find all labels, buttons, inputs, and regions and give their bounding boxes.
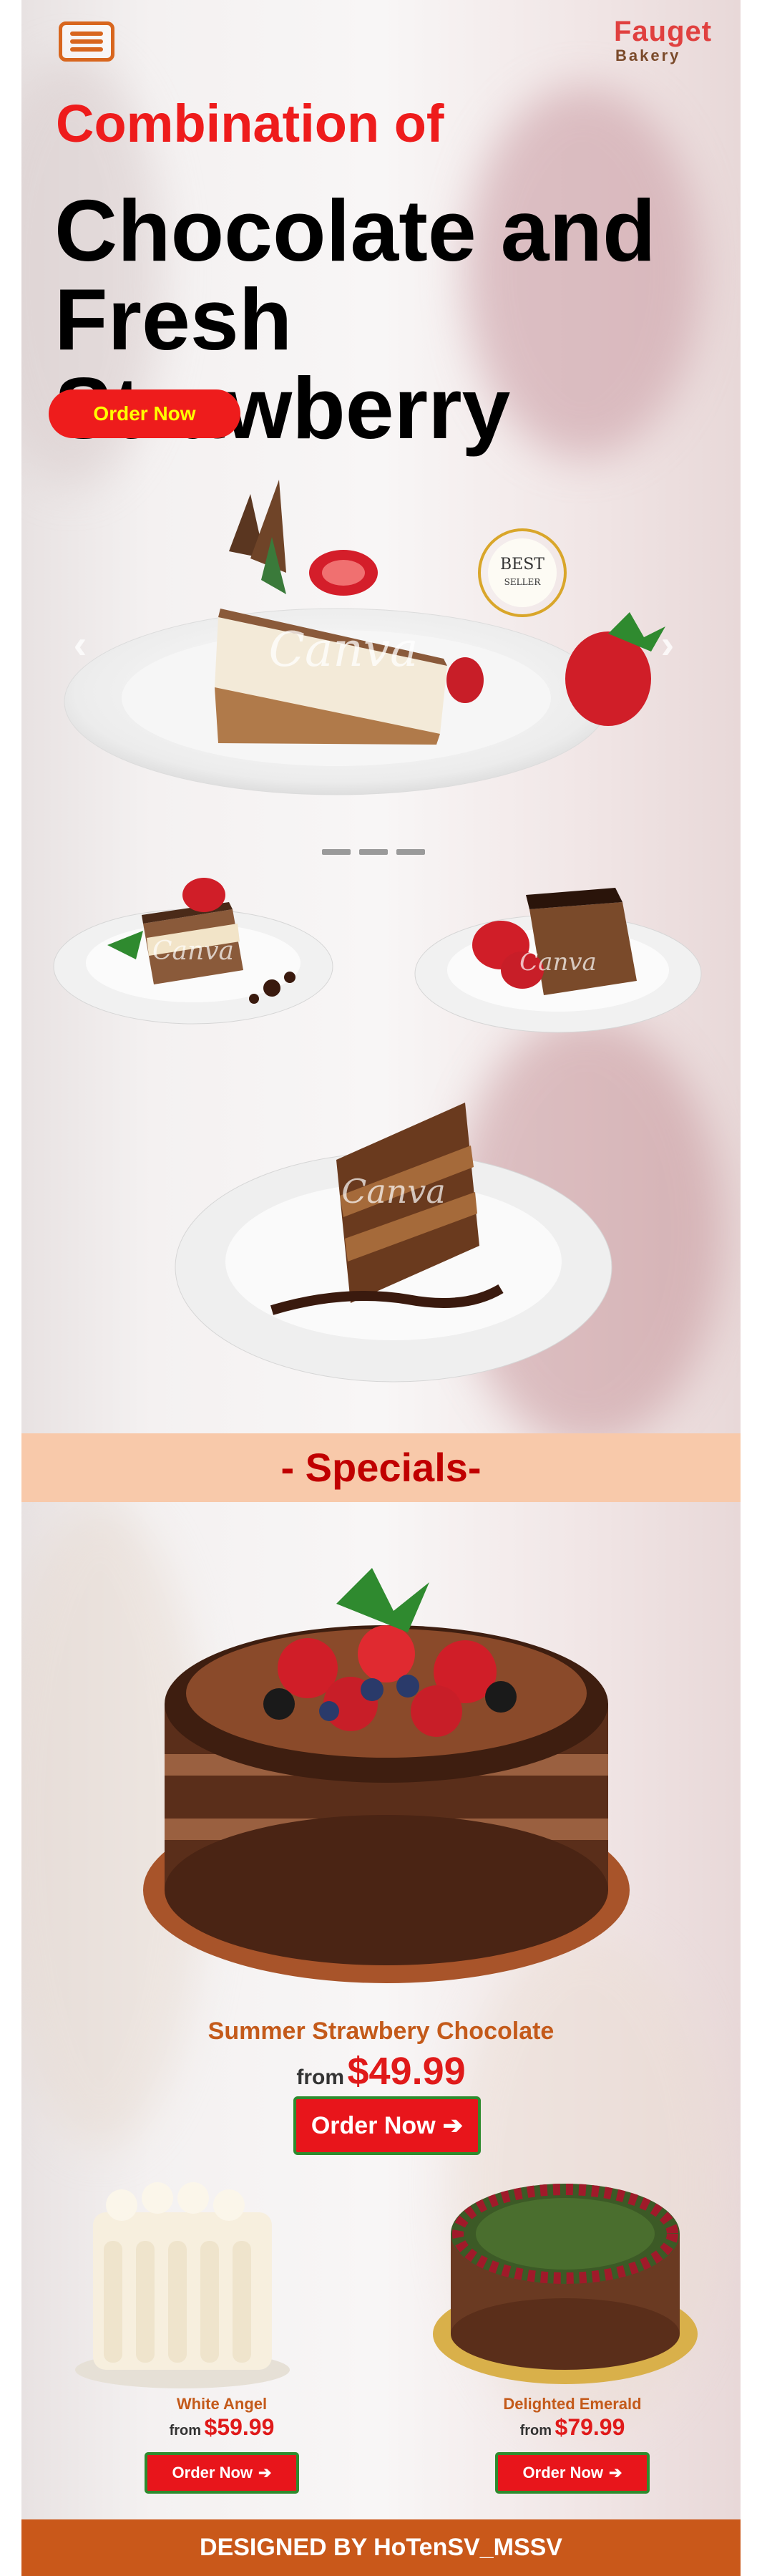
best-seller-badge-line1: BEST — [500, 556, 544, 573]
footer: DESIGNED BY HoTenSV_MSSV — [21, 2519, 741, 2576]
arrow-right-icon: ➔ — [609, 2464, 622, 2481]
special-card: Delighted Emerald from $79.99 Order Now … — [436, 2394, 708, 2494]
watermark: Canva — [152, 936, 234, 966]
featured-price-row: from $49.99 — [21, 2049, 741, 2093]
special-price-row: from $59.99 — [86, 2414, 358, 2445]
special-price-row: from $79.99 — [436, 2414, 708, 2445]
hamburger-menu-icon[interactable] — [59, 21, 114, 62]
arrow-right-icon: ➔ — [442, 2112, 464, 2139]
specials-title: - Specials- — [280, 1445, 482, 1490]
delighted-emerald-cake-image — [433, 2184, 698, 2384]
summer-strawberry-chocolate-cake-image — [143, 1568, 630, 1983]
special-name: Delighted Emerald — [503, 2395, 642, 2413]
brand-subtitle: Bakery — [615, 47, 681, 64]
from-label: from — [519, 2423, 552, 2439]
hero-kicker: Combination of — [56, 94, 444, 153]
white-angel-cake-image — [75, 2182, 290, 2388]
order-now-button[interactable]: Order Now ➔ — [145, 2452, 299, 2494]
hero-carousel: BEST SELLER Canva ‹ › — [36, 451, 726, 855]
layered-chocolate-cake-image: Canva — [175, 1103, 612, 1383]
featured-order-now-button[interactable]: Order Now ➔ — [293, 2096, 481, 2155]
brand-name: Fauget — [614, 16, 713, 47]
featured-price: $49.99 — [347, 2050, 466, 2093]
brand-logo[interactable]: Fauget Bakery — [614, 16, 728, 64]
specials-band: - Specials- — [21, 1433, 741, 1502]
chevron-left-icon[interactable]: ‹ — [64, 623, 96, 666]
mousse-cake-slice-image: Canva — [53, 878, 333, 1025]
from-label: from — [296, 2066, 345, 2089]
page: Fauget Bakery Combination of Chocolate a… — [21, 0, 741, 2576]
best-seller-badge-line2: SELLER — [504, 577, 542, 587]
order-label: Order Now — [172, 2464, 253, 2481]
from-label: from — [169, 2423, 202, 2439]
chocolate-brownie-image: Canva — [414, 888, 702, 1033]
special-name: White Angel — [176, 2395, 268, 2413]
special-price: $59.99 — [204, 2414, 275, 2440]
chevron-right-icon[interactable]: › — [652, 623, 683, 666]
watermark: Canva — [269, 622, 419, 677]
watermark: Canva — [341, 1172, 446, 1211]
arrow-right-icon: ➔ — [258, 2464, 272, 2481]
order-label: Order Now — [522, 2464, 604, 2481]
order-now-button[interactable]: Order Now ➔ — [495, 2452, 650, 2494]
special-card: White Angel from $59.99 Order Now ➔ — [86, 2394, 358, 2494]
watermark: Canva — [519, 948, 597, 977]
cheesecake-slice-image: BEST SELLER Canva — [64, 480, 665, 795]
hero-order-now-button[interactable]: Order Now — [49, 389, 240, 438]
featured-cake-name: Summer Strawbery Chocolate — [207, 2018, 555, 2045]
special-price: $79.99 — [555, 2414, 625, 2440]
order-label: Order Now — [311, 2111, 436, 2139]
carousel-dot[interactable] — [359, 849, 388, 855]
